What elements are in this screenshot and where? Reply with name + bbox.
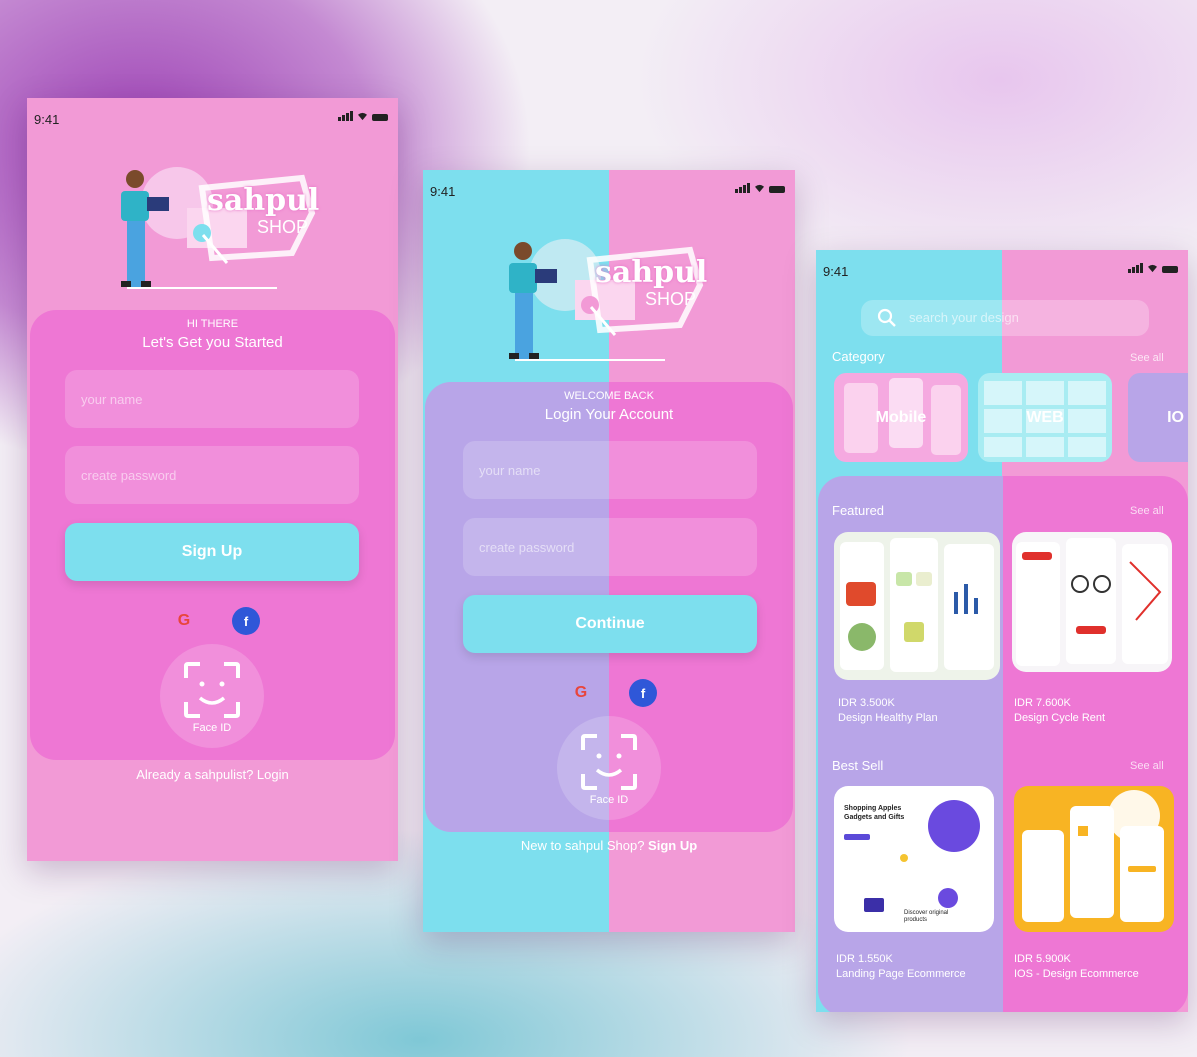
page-title: Let's Get you Started (142, 334, 283, 351)
search-input[interactable]: search your design (909, 310, 1019, 325)
signal-icon (735, 183, 750, 193)
greeting: WELCOME BACK (564, 390, 654, 402)
featured-see-all[interactable]: See all (1130, 505, 1164, 517)
faceid-button[interactable]: Face ID (557, 716, 661, 820)
bestsell-item-ios-ecommerce-info: IDR 5.900K IOS - Design Ecommerce (1014, 952, 1139, 982)
category-label: Mobile (875, 408, 927, 426)
shop-logo: sahpul SHOP (495, 225, 725, 370)
status-time: 9:41 (823, 264, 849, 279)
featured-item-cycle-rent[interactable] (1012, 532, 1172, 672)
signup-prompt: New to sahpul Shop? (520, 838, 649, 853)
status-time: 9:41 (34, 112, 60, 127)
product-name: Design Healthy Plan (838, 712, 938, 724)
logo-sub-text: SHOP (645, 289, 697, 309)
logo-sub-text: SHOP (257, 217, 309, 237)
wifi-icon (755, 184, 764, 193)
category-ios[interactable]: IO (1128, 373, 1188, 462)
facebook-login-button[interactable]: f (232, 607, 260, 635)
product-price: IDR 3.500K (838, 697, 895, 709)
faceid-label: Face ID (589, 794, 629, 806)
search-icon (877, 308, 896, 327)
login-link[interactable]: Already a sahpulist? Login (27, 767, 398, 782)
shop-logo: sahpul SHOP (107, 153, 337, 298)
wifi-icon (358, 112, 367, 121)
signal-icon (1128, 263, 1143, 273)
category-label: WEB (1026, 408, 1064, 426)
products-panel: Featured See all IDR 3.500K Design Healt… (818, 476, 1188, 1012)
google-login-button[interactable]: G (170, 607, 198, 635)
facebook-login-button[interactable]: f (629, 679, 657, 707)
signup-card: HI THERE Let's Get you Started your name… (30, 310, 395, 760)
product-name: IOS - Design Ecommerce (1014, 968, 1139, 980)
shopping-headline: Shopping Apples Gadgets and Gifts (844, 805, 905, 821)
category-title: Category (832, 349, 885, 364)
product-name: Landing Page Ecommerce (836, 968, 966, 980)
status-bar: 9:41 (423, 170, 795, 210)
cycle-rent-preview (1016, 538, 1168, 666)
wifi-icon (1148, 264, 1157, 273)
status-bar: 9:41 (816, 250, 1188, 290)
search-bar[interactable]: search your design (861, 300, 1149, 336)
product-name: Design Cycle Rent (1014, 712, 1106, 724)
faceid-icon (184, 662, 240, 718)
healthy-plan-preview (840, 538, 994, 672)
logo-main-text: sahpul (595, 255, 708, 290)
greeting: HI THERE (186, 318, 239, 330)
status-time: 9:41 (430, 184, 456, 199)
signup-screen: 9:41 sahpul SHOP HI THERE Let's Get you … (27, 98, 398, 861)
faceid-button[interactable]: Face ID (160, 644, 264, 748)
bestsell-item-ios-ecommerce[interactable] (1014, 786, 1174, 932)
name-field[interactable]: your name (65, 370, 359, 428)
category-see-all[interactable]: See all (1130, 352, 1164, 364)
status-icons (1128, 263, 1178, 273)
faceid-label: Face ID (192, 722, 232, 734)
category-label: IO (1167, 408, 1184, 426)
battery-icon (1162, 266, 1178, 273)
faceid-icon (581, 734, 637, 790)
signup-button[interactable]: Sign Up (65, 523, 359, 581)
logo-main-text: sahpul (207, 183, 320, 218)
featured-item-cycle-rent-info: IDR 7.600K Design Cycle Rent (1014, 696, 1105, 726)
continue-button[interactable]: Continue (463, 595, 757, 653)
home-screen: 9:41 search your design Category See all… (816, 250, 1188, 1012)
status-icons (338, 111, 388, 121)
ios-ecommerce-preview (1022, 790, 1164, 922)
signup-link[interactable]: New to sahpul Shop? Sign Up (423, 838, 795, 853)
login-screen: 9:41 sahpul SHOP WELCOME BACK Login Your… (423, 170, 795, 932)
name-field[interactable]: your name (463, 441, 757, 499)
google-login-button[interactable]: G (567, 679, 595, 707)
password-field[interactable]: create password (65, 446, 359, 504)
signup-link-text[interactable]: Sign Up (648, 838, 697, 853)
bestsell-title: Best Sell (832, 758, 884, 773)
discover-text: Discover original products (904, 910, 949, 923)
login-card: WELCOME BACK Login Your Account your nam… (425, 382, 793, 832)
status-bar: 9:41 (27, 98, 398, 138)
battery-icon (769, 186, 785, 193)
product-price: IDR 7.600K (1014, 697, 1071, 709)
status-icons (735, 183, 785, 193)
featured-item-healthy-plan-info: IDR 3.500K Design Healthy Plan (838, 696, 938, 726)
bestsell-see-all[interactable]: See all (1130, 760, 1164, 772)
password-field[interactable]: create password (463, 518, 757, 576)
signal-icon (338, 111, 353, 121)
category-mobile[interactable]: Mobile (834, 373, 968, 462)
battery-icon (372, 114, 388, 121)
product-price: IDR 5.900K (1014, 953, 1071, 965)
category-web[interactable]: WEB (978, 373, 1112, 462)
featured-item-healthy-plan[interactable] (834, 532, 1000, 680)
bestsell-item-landing-page[interactable]: Shopping Apples Gadgets and Gifts Discov… (834, 786, 994, 932)
bestsell-item-landing-page-info: IDR 1.550K Landing Page Ecommerce (836, 952, 966, 982)
featured-title: Featured (832, 503, 885, 518)
product-price: IDR 1.550K (836, 953, 893, 965)
page-title: Login Your Account (544, 406, 674, 423)
